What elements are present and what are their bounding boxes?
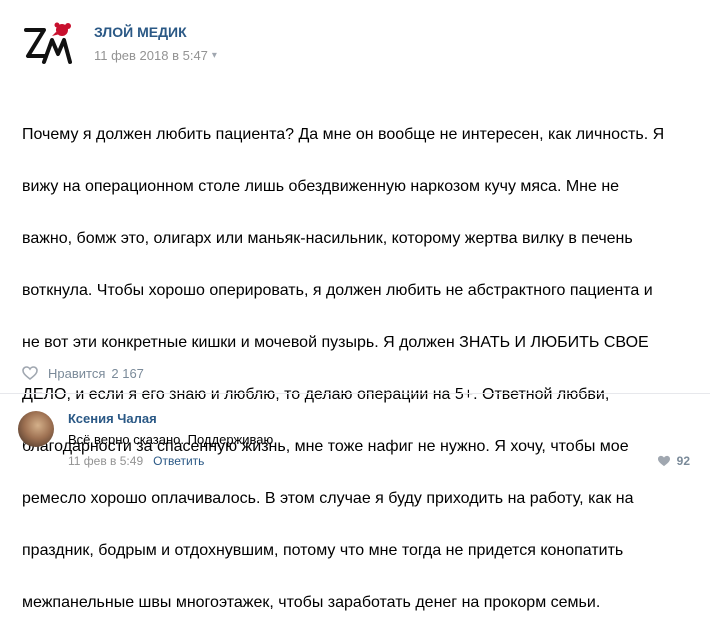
post-text-line: Почему я должен любить пациента? Да мне … [22, 126, 665, 143]
like-count: 2 167 [111, 365, 144, 381]
comment-meta: 11 фев в 5:49 Ответить [68, 454, 204, 468]
heart-icon [22, 366, 38, 380]
comment-text: Всё верно сказано. Поддерживаю [68, 432, 274, 447]
commenter-name[interactable]: Ксения Чалая [68, 411, 157, 426]
post-text-line: ДЕЛО, и если я его знаю и люблю, то дела… [22, 386, 610, 403]
zm-logo-icon[interactable] [22, 18, 74, 70]
divider [0, 393, 710, 394]
like-label: Нравится [48, 365, 106, 381]
post-date-row: 11 фев 2018 в 5:47 ▾ [94, 48, 217, 63]
post-text-line: вижу на операционном столе лишь обездвиж… [22, 178, 620, 195]
heart-icon [657, 455, 670, 467]
post-text-line: ремесло хорошо оплачивалось. В этом случ… [22, 490, 634, 507]
avatar[interactable] [18, 411, 54, 447]
comment-like-button[interactable]: 92 [657, 454, 690, 468]
like-button[interactable]: Нравится 2 167 [22, 363, 144, 383]
post-text-line: не вот эти конкретные кишки и мочевой пу… [22, 334, 649, 351]
comment: Ксения Чалая Всё верно сказано. Поддержи… [18, 407, 698, 471]
post-text-line: воткнула. Чтобы хорошо оперировать, я до… [22, 282, 653, 299]
chevron-down-icon[interactable]: ▾ [212, 50, 217, 61]
comment-like-count: 92 [676, 454, 690, 468]
post-text-line: межпанельные швы многоэтажек, чтобы зара… [22, 594, 601, 611]
comment-date[interactable]: 11 фев в 5:49 [68, 454, 143, 468]
post-date[interactable]: 11 фев 2018 в 5:47 [94, 48, 208, 63]
reply-button[interactable]: Ответить [153, 454, 204, 468]
post-text-line: праздник, бодрым и отдохнувшим, потому ч… [22, 542, 624, 559]
post-text-line: важно, бомж это, олигарх или маньяк-наси… [22, 230, 633, 247]
author-name[interactable]: ЗЛОЙ МЕДИК [94, 24, 187, 40]
